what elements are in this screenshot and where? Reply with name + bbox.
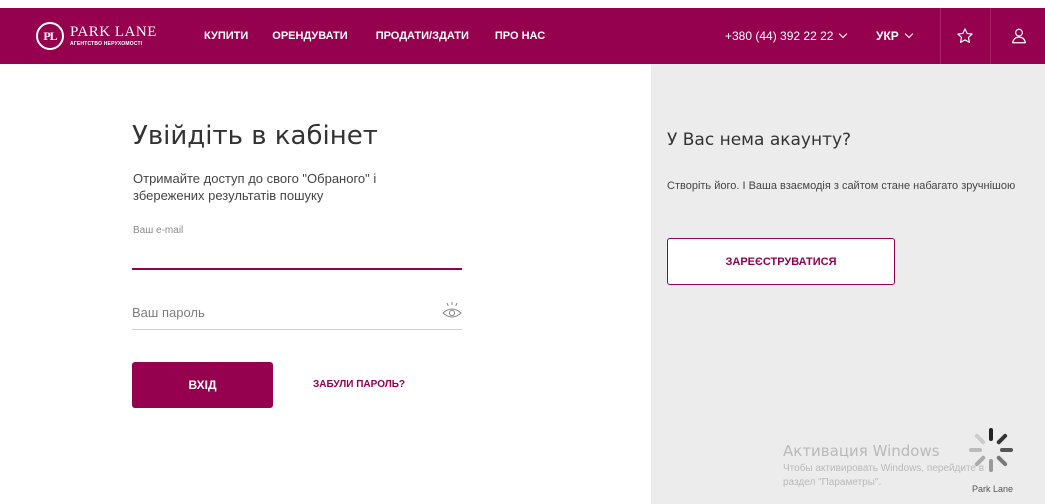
language-dropdown[interactable]: УКР [876, 8, 914, 64]
logo-tagline: АГЕНТСТВО НЕРУХОМОСТІ [70, 41, 143, 47]
nav-item-rent[interactable]: ОРЕНДУВАТИ [272, 30, 347, 42]
main-nav: КУПИТИ ОРЕНДУВАТИ ПРОДАТИ/ЗДАТИ ПРО НАС [204, 8, 545, 64]
login-title: Увійдіть в кабінет [132, 121, 378, 151]
nav-item-sell[interactable]: ПРОДАТИ/ЗДАТИ [376, 30, 469, 42]
watermark-line: Чтобы активировать Windows, перейдите в [783, 463, 985, 474]
star-icon [957, 28, 973, 43]
watermark-line: раздел "Параметры". [783, 477, 882, 488]
loading-spinner-icon [969, 428, 1013, 472]
nav-item-about[interactable]: ПРО НАС [495, 30, 545, 42]
account-button[interactable] [992, 8, 1045, 64]
register-button[interactable]: ЗАРЕЄСТРУВАТИСЯ [667, 238, 895, 285]
password-underline [132, 329, 462, 330]
park-lane-logo[interactable]: PL PARK LANE АГЕНТСТВО НЕРУХОМОСТІ [36, 21, 157, 51]
user-icon [1011, 28, 1026, 44]
favorites-button[interactable] [940, 8, 990, 64]
eye-icon[interactable] [441, 301, 463, 321]
header-divider [990, 8, 991, 64]
logo-name: PARK LANE [70, 24, 157, 40]
register-title: У Вас нема акаунту? [667, 130, 852, 150]
loader-label: Park Lane [972, 484, 1014, 494]
chevron-down-icon [904, 29, 914, 39]
password-field[interactable] [132, 297, 437, 328]
phone-dropdown[interactable]: +380 (44) 392 22 22 [725, 8, 848, 64]
register-subtitle: Створіть його. І Ваша взаємодія з сайтом… [667, 180, 1016, 192]
watermark-title: Активация Windows [783, 442, 940, 460]
nav-item-buy[interactable]: КУПИТИ [204, 30, 248, 42]
email-label: Ваш e-mail [133, 225, 184, 236]
forgot-password-link[interactable]: ЗАБУЛИ ПАРОЛЬ? [313, 379, 405, 390]
email-field[interactable] [132, 240, 462, 270]
browser-top-edge [0, 0, 1045, 8]
language-label: УКР [876, 29, 899, 43]
login-button[interactable]: ВХІД [132, 362, 273, 408]
site-header: PL PARK LANE АГЕНТСТВО НЕРУХОМОСТІ КУПИТ… [0, 8, 1045, 64]
logo-monogram: PL [36, 22, 64, 50]
chevron-down-icon [839, 29, 848, 39]
login-subtitle: Отримайте доступ до свого "Обраного" і з… [133, 171, 377, 203]
windows-activation-watermark: Активация Windows Чтобы активировать Win… [783, 442, 984, 488]
phone-number: +380 (44) 392 22 22 [725, 29, 834, 43]
